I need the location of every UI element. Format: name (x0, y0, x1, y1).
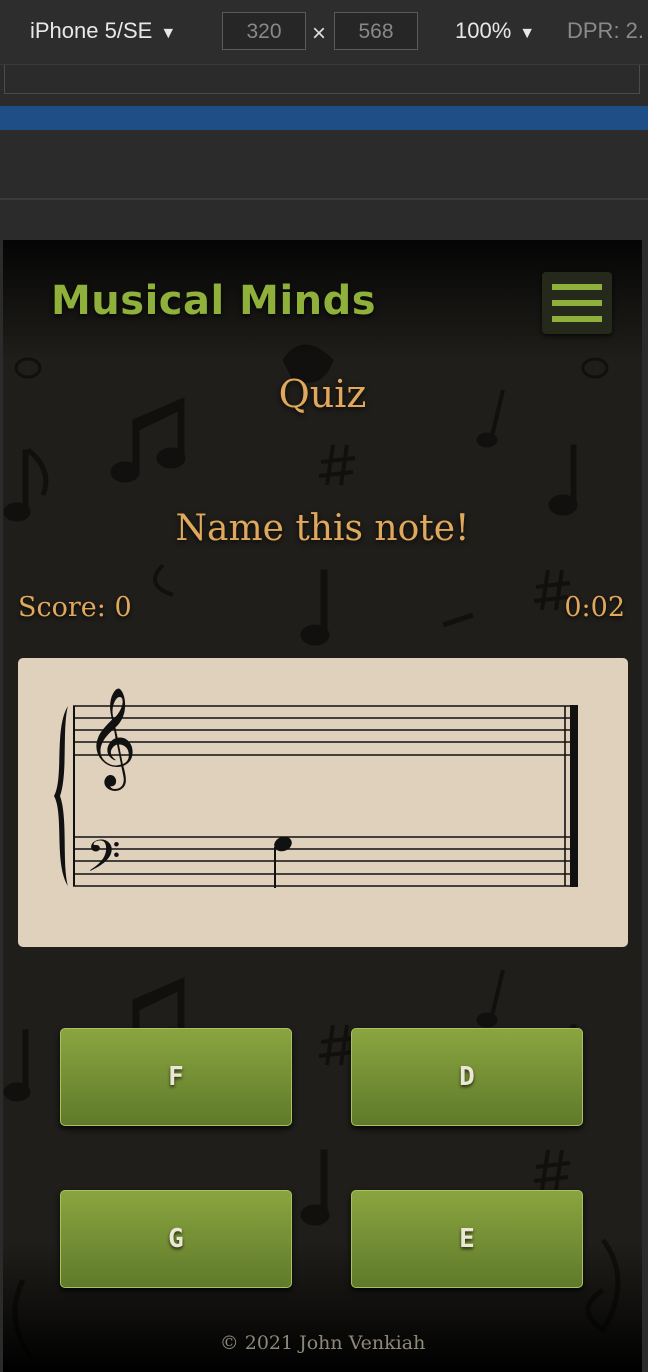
timer: 0:02 (564, 592, 625, 623)
menu-icon (552, 284, 602, 290)
quiz-prompt: Name this note! (175, 508, 470, 549)
answer-button-4[interactable]: E (351, 1190, 583, 1288)
staff-card: 𝄞 𝄢 (18, 658, 628, 947)
hamburger-menu-button[interactable] (542, 272, 612, 334)
dimension-separator: × (312, 20, 327, 47)
caret-down-icon: ▼ (519, 25, 536, 42)
grand-staff: 𝄞 𝄢 (54, 687, 578, 893)
viewport-width-input[interactable]: 320 (222, 12, 306, 50)
zoom-select-label: 100% (455, 18, 512, 43)
device-select[interactable]: iPhone 5/SE ▼ (30, 18, 176, 44)
devtools-panel (0, 130, 648, 200)
devtools-ruler (0, 64, 648, 99)
answer-button-2[interactable]: D (351, 1028, 583, 1126)
answer-button-1[interactable]: F (60, 1028, 292, 1126)
brand-logo[interactable]: Musical Minds (51, 278, 376, 324)
viewport-height-input[interactable]: 568 (334, 12, 418, 50)
caret-down-icon: ▼ (160, 25, 177, 42)
media-query-bar[interactable] (0, 106, 648, 130)
menu-icon (552, 316, 602, 322)
treble-clef-icon: 𝄞 (86, 687, 137, 791)
page-title: Quiz (278, 372, 367, 416)
dpr-select[interactable]: DPR: 2. (567, 18, 644, 44)
score-label: Score: 0 (18, 592, 132, 623)
answer-button-3[interactable]: G (60, 1190, 292, 1288)
zoom-select[interactable]: 100% ▼ (455, 18, 535, 44)
device-select-label: iPhone 5/SE (30, 18, 153, 43)
phone-viewport: Musical Minds Quiz Name this note! Score… (3, 240, 642, 1372)
devtools-toolbar: iPhone 5/SE ▼ 320 × 568 100% ▼ DPR: 2. (0, 0, 648, 64)
bass-clef-icon: 𝄢 (86, 830, 121, 893)
menu-icon (552, 300, 602, 306)
footer-copyright: © 2021 John Venkiah (219, 1332, 426, 1354)
